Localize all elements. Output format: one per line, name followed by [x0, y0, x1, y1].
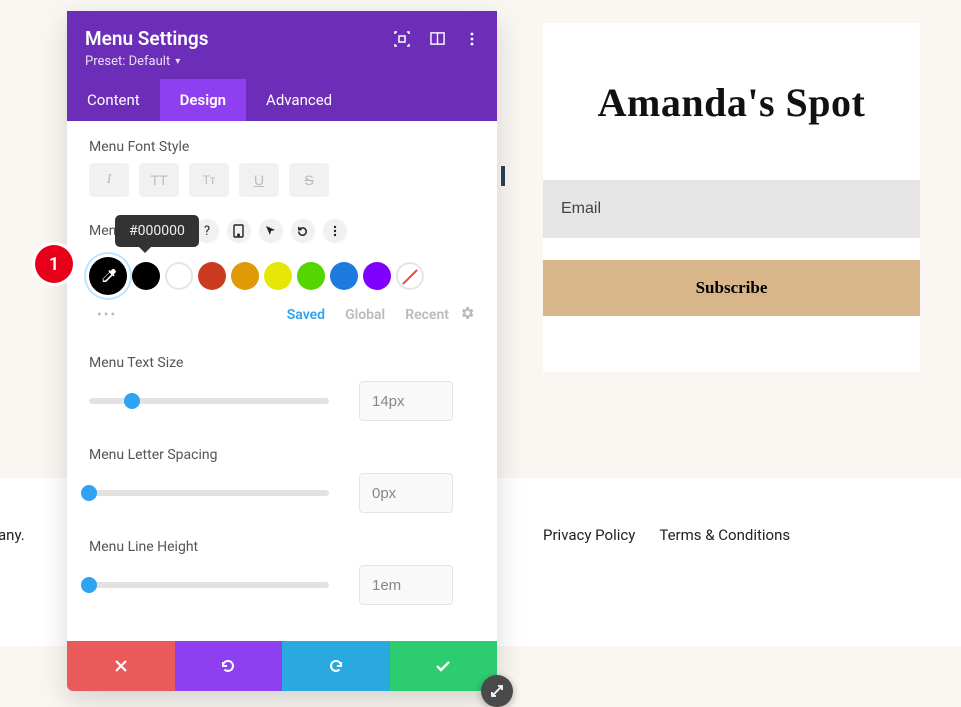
signup-card: Amanda's Spot Subscribe: [543, 23, 920, 372]
slider-thumb[interactable]: [81, 577, 97, 593]
reset-icon[interactable]: [291, 219, 315, 243]
swatch-none[interactable]: [396, 262, 424, 290]
footer-text-fragment: any.: [0, 526, 25, 544]
font-style-label: Menu Font Style: [89, 139, 475, 155]
palette-settings-icon[interactable]: [459, 305, 475, 325]
cursor-icon[interactable]: [259, 219, 283, 243]
terms-link[interactable]: Terms & Conditions: [659, 526, 790, 544]
eyedropper-button[interactable]: [89, 257, 127, 295]
preset-label: Preset: Default: [85, 54, 170, 69]
chevron-down-icon: ▾: [175, 56, 180, 67]
color-value-tooltip: #000000: [115, 215, 199, 247]
tab-content[interactable]: Content: [67, 79, 160, 121]
underline-button[interactable]: U: [239, 163, 279, 197]
titlecase-button[interactable]: Tᴛ: [189, 163, 229, 197]
slider-thumb[interactable]: [81, 485, 97, 501]
confirm-button[interactable]: [390, 641, 498, 691]
annotation-badge-1: 1: [35, 245, 73, 283]
palette-tab-global[interactable]: Global: [335, 307, 395, 323]
more-icon[interactable]: [323, 219, 347, 243]
redo-button[interactable]: [282, 641, 390, 691]
swatch-white[interactable]: [165, 262, 193, 290]
columns-icon[interactable]: [430, 31, 445, 46]
more-vertical-icon[interactable]: [465, 32, 479, 46]
menu-settings-panel: Menu Settings Preset: Default ▾ Content …: [67, 11, 497, 691]
brand-title: Amanda's Spot: [543, 79, 920, 126]
text-color-label-row: #000000 Menu Text Col or ?: [89, 219, 475, 243]
panel-title: Menu Settings: [85, 27, 209, 50]
more-swatches-button[interactable]: •••: [89, 307, 121, 323]
undo-button[interactable]: [175, 641, 283, 691]
preset-dropdown[interactable]: Preset: Default ▾: [85, 54, 479, 69]
palette-tab-saved[interactable]: Saved: [277, 307, 335, 323]
swatch-orange[interactable]: [231, 262, 259, 290]
italic-button[interactable]: I: [89, 163, 129, 197]
tab-advanced[interactable]: Advanced: [246, 79, 352, 121]
privacy-policy-link[interactable]: Privacy Policy: [543, 526, 635, 544]
letter-spacing-value[interactable]: [359, 473, 453, 513]
letter-spacing-slider[interactable]: [89, 490, 329, 496]
resize-handle[interactable]: [481, 675, 513, 707]
stray-page-element: [500, 165, 506, 187]
line-height-slider[interactable]: [89, 582, 329, 588]
uppercase-button[interactable]: TT: [139, 163, 179, 197]
line-height-label: Menu Line Height: [89, 539, 475, 555]
swatch-blue[interactable]: [330, 262, 358, 290]
tab-design[interactable]: Design: [160, 79, 246, 121]
text-size-label: Menu Text Size: [89, 355, 475, 371]
line-height-value[interactable]: [359, 565, 453, 605]
panel-tabs: Content Design Advanced: [67, 79, 497, 121]
strikethrough-button[interactable]: S: [289, 163, 329, 197]
email-field[interactable]: [543, 180, 920, 238]
expand-icon[interactable]: [394, 31, 410, 47]
slider-thumb[interactable]: [124, 393, 140, 409]
color-swatch-row: [89, 257, 475, 295]
swatch-black[interactable]: [132, 262, 160, 290]
letter-spacing-label: Menu Letter Spacing: [89, 447, 475, 463]
cancel-button[interactable]: [67, 641, 175, 691]
swatch-yellow[interactable]: [264, 262, 292, 290]
swatch-green[interactable]: [297, 262, 325, 290]
palette-tab-recent[interactable]: Recent: [395, 307, 459, 323]
text-size-value[interactable]: [359, 381, 453, 421]
text-size-slider[interactable]: [89, 398, 329, 404]
device-icon[interactable]: [227, 219, 251, 243]
swatch-purple[interactable]: [363, 262, 391, 290]
subscribe-button[interactable]: Subscribe: [543, 260, 920, 316]
swatch-red[interactable]: [198, 262, 226, 290]
